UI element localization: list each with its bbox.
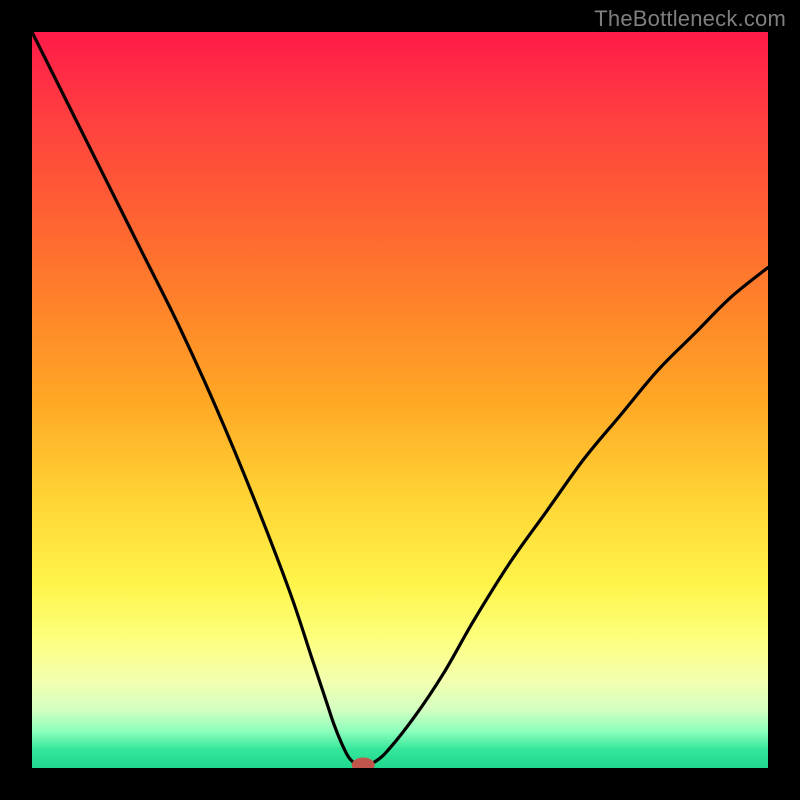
chart-svg-layer: [32, 32, 768, 768]
bottleneck-curve: [32, 32, 768, 768]
minimum-marker: [352, 758, 374, 768]
chart-frame: TheBottleneck.com: [0, 0, 800, 800]
watermark-text: TheBottleneck.com: [594, 6, 786, 32]
